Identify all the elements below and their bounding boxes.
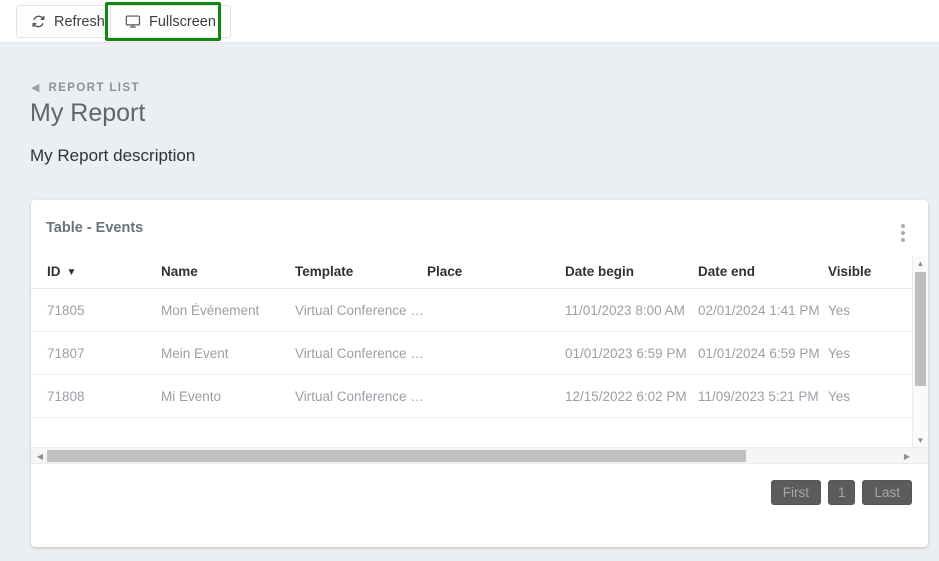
column-header-id[interactable]: ID ▼ — [31, 256, 161, 289]
cell-date-end: 01/01/2024 6:59 PM — [698, 331, 828, 375]
kebab-menu-icon[interactable] — [891, 218, 915, 248]
fullscreen-button[interactable]: Fullscreen — [110, 5, 231, 38]
kebab-dot — [901, 224, 905, 228]
chevron-down-icon: ▼ — [66, 267, 77, 278]
pagination: First 1 Last — [770, 480, 912, 505]
pagination-last-button[interactable]: Last — [862, 480, 912, 505]
cell-place — [427, 374, 565, 418]
triangle-left-icon[interactable]: ◀ — [33, 448, 47, 464]
column-header-date-end[interactable]: Date end — [698, 256, 828, 289]
page-content: ◀ REPORT LIST My Report My Report descri… — [0, 44, 939, 561]
cell-id: 71807 — [31, 331, 161, 375]
cell-date-end: 11/09/2023 5:21 PM — [698, 374, 828, 418]
cell-date-begin: 11/01/2023 8:00 AM — [565, 288, 698, 332]
fullscreen-button-label: Fullscreen — [149, 13, 216, 30]
cell-template: Virtual Conference (I... — [295, 288, 427, 332]
events-table: ID ▼ Name Template Place Date begin Date … — [31, 256, 912, 418]
cell-id: 71805 — [31, 288, 161, 332]
triangle-down-icon[interactable]: ▼ — [913, 433, 928, 447]
table-vertical-scrollbar[interactable]: ▲ ▼ — [912, 256, 928, 447]
card-title: Table - Events — [46, 220, 144, 236]
refresh-button[interactable]: Refresh — [16, 5, 119, 38]
triangle-right-icon[interactable]: ▶ — [900, 448, 914, 464]
table-horizontal-scrollbar[interactable]: ◀ ▶ — [31, 447, 928, 464]
cell-visible: Yes — [828, 331, 912, 375]
table-body: 71805 Mon Événement Virtual Conference (… — [31, 288, 912, 418]
vertical-scrollbar-thumb[interactable] — [915, 272, 926, 386]
cell-id: 71808 — [31, 374, 161, 418]
breadcrumb[interactable]: ◀ REPORT LIST — [31, 82, 140, 94]
monitor-icon — [125, 14, 141, 29]
cell-template: Virtual Conference (I... — [295, 331, 427, 375]
column-header-place[interactable]: Place — [427, 256, 565, 289]
cell-template: Virtual Conference (I... — [295, 374, 427, 418]
cell-name: Mi Evento — [161, 374, 295, 418]
column-header-name[interactable]: Name — [161, 256, 295, 289]
events-table-scroll-region: ID ▼ Name Template Place Date begin Date … — [31, 256, 928, 447]
triangle-up-icon[interactable]: ▲ — [913, 256, 928, 270]
table-row[interactable]: 71807 Mein Event Virtual Conference (I..… — [31, 331, 912, 375]
column-header-visible[interactable]: Visible — [828, 256, 912, 289]
table-row[interactable]: 71805 Mon Événement Virtual Conference (… — [31, 288, 912, 332]
horizontal-scrollbar-thumb[interactable] — [47, 450, 746, 462]
refresh-icon — [31, 14, 46, 29]
table-row[interactable]: 71808 Mi Evento Virtual Conference (I...… — [31, 374, 912, 418]
top-toolbar: Refresh Fullscreen — [0, 0, 939, 43]
report-table-card: Table - Events ID ▼ Name Template Place D… — [31, 200, 928, 547]
cell-place — [427, 288, 565, 332]
cell-date-begin: 01/01/2023 6:59 PM — [565, 331, 698, 375]
cell-name: Mein Event — [161, 331, 295, 375]
kebab-dot — [901, 238, 905, 242]
column-header-date-begin[interactable]: Date begin — [565, 256, 698, 289]
refresh-button-label: Refresh — [54, 13, 105, 30]
cell-name: Mon Événement — [161, 288, 295, 332]
cell-visible: Yes — [828, 374, 912, 418]
page-title: My Report — [30, 99, 146, 127]
pagination-page-1-button[interactable]: 1 — [827, 480, 856, 505]
page-description: My Report description — [30, 146, 196, 165]
triangle-left-icon: ◀ — [31, 81, 40, 94]
cell-date-end: 02/01/2024 1:41 PM — [698, 288, 828, 332]
cell-visible: Yes — [828, 288, 912, 332]
kebab-dot — [901, 231, 905, 235]
pagination-first-button[interactable]: First — [770, 480, 821, 505]
table-header-row: ID ▼ Name Template Place Date begin Date … — [31, 256, 912, 289]
breadcrumb-label: REPORT LIST — [48, 82, 140, 94]
cell-date-begin: 12/15/2022 6:02 PM — [565, 374, 698, 418]
cell-place — [427, 331, 565, 375]
column-header-template[interactable]: Template — [295, 256, 427, 289]
table-head: ID ▼ Name Template Place Date begin Date … — [31, 256, 912, 289]
column-header-id-label: ID — [47, 264, 61, 279]
